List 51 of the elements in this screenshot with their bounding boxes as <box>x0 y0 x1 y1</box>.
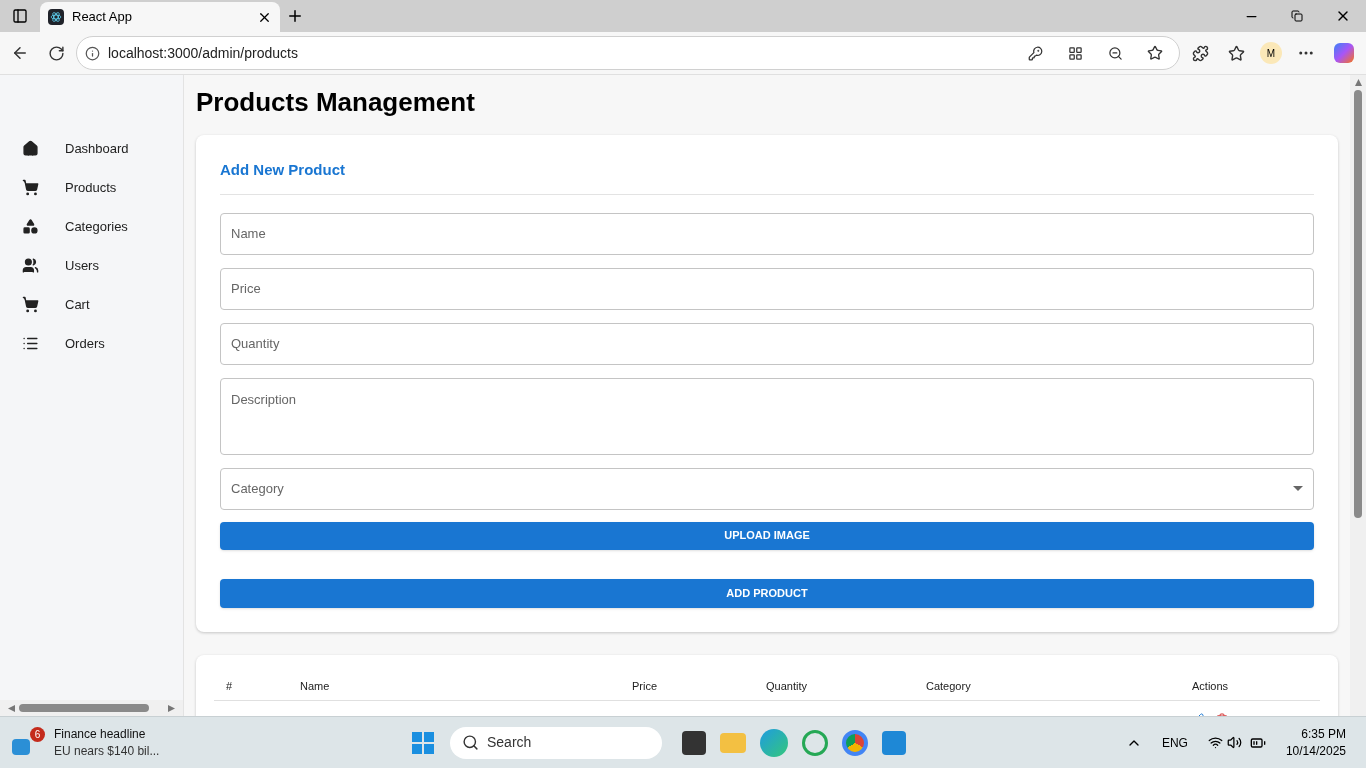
column-header: # <box>225 678 234 694</box>
column-header: Actions <box>1191 678 1230 694</box>
category-select[interactable]: Category <box>220 467 1314 510</box>
page-title: Products Management <box>196 87 476 117</box>
tab-title: React App <box>72 8 133 27</box>
news-widget-icon[interactable] <box>12 738 30 755</box>
list-icon <box>22 335 39 352</box>
search-icon <box>462 734 479 751</box>
horizontal-scrollbar[interactable] <box>0 700 183 716</box>
news-title[interactable]: Finance headline <box>54 725 160 743</box>
sidebar-item[interactable]: Dashboard <box>0 129 183 168</box>
scroll-up-icon[interactable] <box>1354 79 1362 86</box>
add-product-button[interactable]: ADD PRODUCT <box>220 578 1314 608</box>
language-indicator[interactable]: ENG <box>1161 733 1188 752</box>
address-bar[interactable]: localhost:3000/admin/products <box>76 36 1180 70</box>
input-field[interactable]: Price <box>220 267 1314 310</box>
sidebar-item[interactable]: Categories <box>0 207 183 246</box>
wifi-icon[interactable] <box>1207 735 1223 750</box>
sidebar-item[interactable]: Cart <box>0 285 183 324</box>
browser-tab[interactable]: React App <box>40 2 280 32</box>
chrome-icon[interactable] <box>842 729 868 756</box>
volume-icon[interactable] <box>1226 735 1242 750</box>
input-field[interactable]: Quantity <box>220 322 1314 365</box>
column-header: Quantity <box>765 678 808 694</box>
upload-image-button[interactable]: UPLOAD IMAGE <box>220 521 1314 550</box>
cart-icon <box>22 179 39 196</box>
shapes-icon <box>22 218 39 235</box>
description-field[interactable]: Description <box>220 377 1314 455</box>
scroll-left-icon[interactable] <box>8 704 15 712</box>
people-icon <box>22 257 39 274</box>
news-text[interactable]: EU nears $140 bil... <box>54 742 160 760</box>
notification-badge: 6 <box>30 726 45 742</box>
home-icon <box>22 140 39 157</box>
sidebar-item[interactable]: Orders <box>0 324 183 363</box>
profile-avatar[interactable]: M <box>1260 42 1282 64</box>
clock[interactable]: 6:35 PM 10/14/2025 <box>1285 725 1346 760</box>
form-title: Add New Product <box>220 160 346 180</box>
taskbar-search-field[interactable]: Search <box>450 726 662 759</box>
column-header: Price <box>631 678 659 694</box>
vertical-scrollbar[interactable] <box>1350 75 1366 716</box>
sidebar-item[interactable]: Users <box>0 246 183 285</box>
dropdown-icon <box>1293 486 1303 491</box>
info-icon <box>85 45 100 61</box>
sidebar-item[interactable]: Products <box>0 168 183 207</box>
windows-start-icon[interactable] <box>412 731 434 754</box>
input-field[interactable]: Name <box>220 212 1314 255</box>
react-logo-icon <box>48 9 64 25</box>
column-header: Name <box>299 678 331 694</box>
column-header: Category <box>925 678 972 694</box>
cart-icon <box>22 296 39 313</box>
scroll-right-icon[interactable] <box>168 704 175 712</box>
